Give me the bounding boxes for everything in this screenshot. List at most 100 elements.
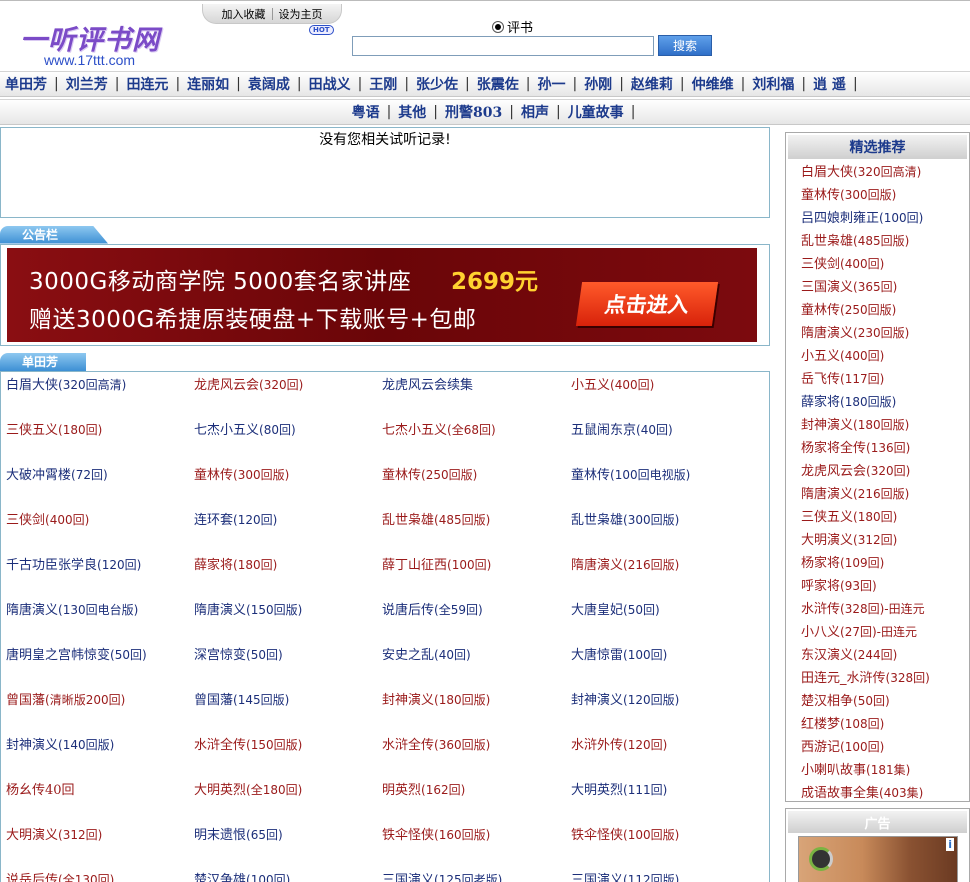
nav-narrator-13[interactable]: 刘利福 [752,74,794,94]
book-link[interactable]: 说岳后传(全130回) [6,873,114,882]
nav-narrator-7[interactable]: 张少佐 [416,74,458,94]
book-link[interactable]: 三侠剑(400回) [6,513,89,528]
book-link[interactable]: 水浒全传(150回版) [194,738,302,753]
book-link[interactable]: 童林传(250回版) [382,468,477,483]
radio-selected-icon[interactable] [492,20,504,33]
nav-category-4[interactable]: 儿童故事 [568,102,624,122]
book-link[interactable]: 薛丁山征西(100回) [382,558,491,573]
nav-narrator-6[interactable]: 王刚 [369,74,397,94]
book-link[interactable]: 大唐惊雷(100回) [571,648,667,663]
nav-category-1[interactable]: 其他 [398,102,426,122]
nav-narrator-14[interactable]: 逍 遥 [813,74,846,94]
book-link[interactable]: 大明英烈(111回) [571,783,667,798]
nav-narrator-3[interactable]: 连丽如 [187,74,229,94]
book-link[interactable]: 深宫惊变(50回) [194,648,283,663]
book-link[interactable]: 童林传(300回版) [801,188,896,203]
book-link[interactable]: 曾国藩(145回版) [194,693,289,708]
book-link[interactable]: 楚汉相争(50回) [801,694,890,709]
nav-category-0[interactable]: 粤语 [352,102,380,122]
nav-narrator-11[interactable]: 赵维莉 [631,74,673,94]
book-link[interactable]: 吕四娘刺雍正(100回) [801,211,923,226]
book-link[interactable]: 小五义(400回) [571,378,654,393]
book-link[interactable]: 隋唐演义(130回电台版) [6,603,138,618]
ad-info-icon[interactable]: i [946,838,954,851]
book-link[interactable]: 白眉大侠(320回高清) [801,165,921,180]
book-link[interactable]: 杨家将全传(136回) [801,441,910,456]
book-link[interactable]: 龙虎风云会(320回) [194,378,303,393]
book-link[interactable]: 三国演义(125回老版) [382,873,502,882]
book-link[interactable]: 小五义(400回) [801,349,884,364]
book-link[interactable]: 隋唐演义(150回版) [194,603,302,618]
book-link[interactable]: 大明演义(312回) [6,828,102,843]
book-link[interactable]: 薛家将(180回) [194,558,277,573]
book-link[interactable]: 明末遗恨(65回) [194,828,283,843]
book-link[interactable]: 乱世枭雄(300回版) [571,513,679,528]
book-link[interactable]: 东汉演义(244回) [801,648,897,663]
nav-narrator-1[interactable]: 刘兰芳 [66,74,108,94]
book-link[interactable]: 大唐皇妃(50回) [571,603,660,618]
nav-narrator-5[interactable]: 田战义 [309,74,351,94]
book-link[interactable]: 三侠五义(180回) [801,510,897,525]
book-link[interactable]: 大明英烈(全180回) [194,783,302,798]
book-link[interactable]: 七杰小五义(80回) [194,423,296,438]
book-link[interactable]: 曾国藩(清晰版200回) [6,693,125,708]
book-link[interactable]: 七杰小五义(全68回) [382,423,496,438]
promo-banner[interactable]: 3000G移动商学院 5000套名家讲座 2699元 赠送3000G希捷原装硬盘… [7,248,757,342]
book-link[interactable]: 龙虎风云会续集 [382,378,473,393]
nav-narrator-10[interactable]: 孙刚 [584,74,612,94]
book-link[interactable]: 岳飞传(117回) [801,372,884,387]
search-category-radio[interactable]: 评书 [492,17,533,36]
book-link[interactable]: 水浒外传(120回) [571,738,667,753]
site-logo[interactable]: 一听评书网 www.17ttt.com [20,18,170,70]
book-link[interactable]: 明英烈(162回) [382,783,465,798]
set-homepage-link[interactable]: 设为主页 [273,6,329,22]
book-link[interactable]: 说唐后传(全59回) [382,603,483,618]
nav-narrator-4[interactable]: 袁阔成 [248,74,290,94]
book-link[interactable]: 安史之乱(40回) [382,648,471,663]
book-link[interactable]: 封神演义(180回版) [382,693,490,708]
book-link[interactable]: 乱世枭雄(485回版) [801,234,909,249]
book-link[interactable]: 白眉大侠(320回高清) [6,378,126,393]
book-link[interactable]: 童林传(300回版) [194,468,289,483]
book-link[interactable]: 大明演义(312回) [801,533,897,548]
book-link[interactable]: 铁伞怪侠(100回版) [571,828,679,843]
nav-narrator-9[interactable]: 孙一 [537,74,565,94]
book-link[interactable]: 唐明皇之宫帏惊变(50回) [6,648,147,663]
book-link[interactable]: 龙虎风云会(320回) [801,464,910,479]
book-link[interactable]: 连环套(120回) [194,513,277,528]
book-link[interactable]: 杨家将(109回) [801,556,884,571]
nav-narrator-2[interactable]: 田连元 [126,74,168,94]
book-link[interactable]: 小八义(27回)-田连元 [801,625,917,640]
book-link[interactable]: 童林传(100回电视版) [571,468,690,483]
search-input[interactable] [352,36,654,56]
book-link[interactable]: 铁伞怪侠(160回版) [382,828,490,843]
book-link[interactable]: 西游记(100回) [801,740,884,755]
add-favorite-link[interactable]: 加入收藏 [216,6,272,22]
book-link[interactable]: 三侠五义(180回) [6,423,102,438]
book-link[interactable]: 封神演义(120回版) [571,693,679,708]
book-link[interactable]: 千古功臣张学良(120回) [6,558,141,573]
book-link[interactable]: 三侠剑(400回) [801,257,884,272]
book-link[interactable]: 封神演义(180回版) [801,418,909,433]
nav-category-3[interactable]: 相声 [521,102,549,122]
book-link[interactable]: 隋唐演义(230回版) [801,326,909,341]
book-link[interactable]: 水浒传(328回)-田连元 [801,602,925,617]
book-link[interactable]: 三国演义(112回版) [571,873,679,882]
book-link[interactable]: 成语故事全集(403集) [801,786,923,801]
book-link[interactable]: 五鼠闹东京(40回) [571,423,673,438]
book-link[interactable]: 隋唐演义(216回版) [801,487,909,502]
book-link[interactable]: 杨幺传40回 [6,783,75,798]
book-link[interactable]: 童林传(250回版) [801,303,896,318]
book-link[interactable]: 薛家将(180回版) [801,395,896,410]
book-link[interactable]: 乱世枭雄(485回版) [382,513,490,528]
banner-enter-button[interactable]: 点击进入 [575,282,719,326]
search-button[interactable]: 搜索 [658,35,712,56]
book-link[interactable]: 三国演义(365回) [801,280,897,295]
ad-image[interactable]: i [798,836,958,882]
book-link[interactable]: 红楼梦(108回) [801,717,884,732]
book-link[interactable]: 隋唐演义(216回版) [571,558,679,573]
nav-narrator-8[interactable]: 张震佐 [477,74,519,94]
book-link[interactable]: 封神演义(140回版) [6,738,114,753]
book-link[interactable]: 田连元_水浒传(328回) [801,671,930,686]
nav-narrator-0[interactable]: 单田芳 [5,74,47,94]
